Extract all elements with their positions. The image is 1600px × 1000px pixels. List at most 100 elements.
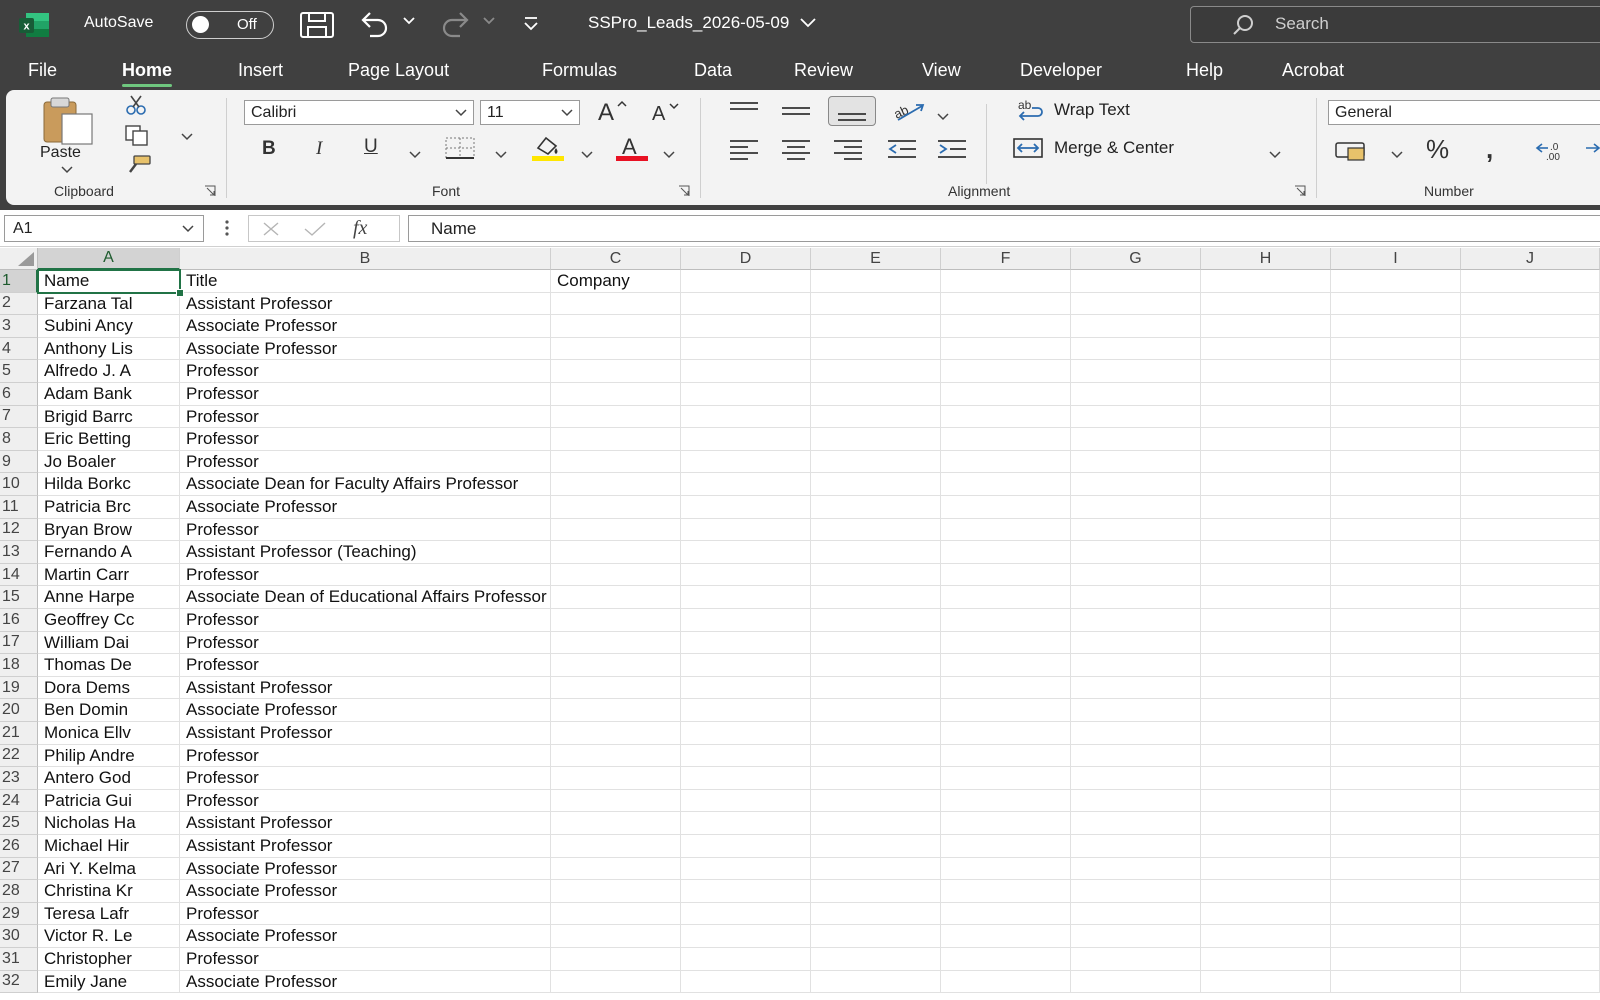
font-color-chevron-down-icon[interactable] (662, 146, 676, 164)
cell-h6[interactable] (1201, 383, 1331, 406)
cell-e25[interactable] (811, 812, 941, 835)
paste-button[interactable]: Paste (36, 96, 102, 176)
row-header[interactable]: 26 (0, 835, 38, 858)
cell-h3[interactable] (1201, 315, 1331, 338)
cell-b7[interactable]: Professor (180, 405, 551, 429)
cell-g29[interactable] (1071, 902, 1201, 926)
cell-e29[interactable] (811, 902, 941, 926)
cell-b6[interactable]: Professor (180, 383, 551, 406)
cell-f14[interactable] (941, 563, 1071, 587)
cell-g24[interactable] (1071, 789, 1201, 813)
cell-b13[interactable]: Assistant Professor (Teaching) (180, 541, 551, 564)
increase-font-size-icon[interactable]: A (596, 98, 632, 129)
top-align-icon[interactable] (728, 100, 760, 127)
cell-i25[interactable] (1331, 812, 1461, 835)
column-header-c[interactable]: C (551, 248, 681, 270)
cell-j26[interactable] (1461, 835, 1600, 858)
font-size-select[interactable]: 11 (480, 100, 580, 125)
cell-a8[interactable]: Eric Betting (38, 428, 180, 451)
cell-b31[interactable]: Professor (180, 948, 551, 971)
cell-i32[interactable] (1331, 970, 1461, 994)
cell-f5[interactable] (941, 360, 1071, 383)
cell-e24[interactable] (811, 789, 941, 813)
save-icon[interactable] (300, 12, 334, 38)
cell-b32[interactable]: Associate Professor (180, 970, 551, 994)
cell-f30[interactable] (941, 925, 1071, 948)
cell-c14[interactable] (551, 563, 681, 587)
cell-g12[interactable] (1071, 518, 1201, 542)
cell-e22[interactable] (811, 744, 941, 768)
cell-d21[interactable] (681, 722, 811, 745)
row-header[interactable]: 22 (0, 744, 38, 768)
cell-h24[interactable] (1201, 789, 1331, 813)
decrease-decimal-icon[interactable] (1582, 138, 1600, 167)
middle-align-icon[interactable] (780, 100, 812, 127)
cell-j32[interactable] (1461, 970, 1600, 994)
cell-i8[interactable] (1331, 428, 1461, 451)
cell-f26[interactable] (941, 835, 1071, 858)
accounting-chevron-down-icon[interactable] (1390, 146, 1404, 164)
row-header[interactable]: 11 (0, 496, 38, 519)
cell-h29[interactable] (1201, 902, 1331, 926)
cell-a13[interactable]: Fernando A (38, 541, 180, 564)
cell-f4[interactable] (941, 337, 1071, 361)
cell-b9[interactable]: Professor (180, 450, 551, 474)
cell-j6[interactable] (1461, 383, 1600, 406)
cell-f19[interactable] (941, 676, 1071, 700)
increase-decimal-icon[interactable]: .0.00 (1534, 138, 1570, 167)
cell-d12[interactable] (681, 518, 811, 542)
cell-a26[interactable]: Michael Hir (38, 835, 180, 858)
cell-d2[interactable] (681, 292, 811, 316)
copy-chevron-down-icon[interactable] (180, 128, 194, 146)
column-header-d[interactable]: D (681, 248, 811, 270)
cell-f12[interactable] (941, 518, 1071, 542)
merge-center-chevron-down-icon[interactable] (1268, 146, 1282, 164)
tab-insert[interactable]: Insert (238, 60, 283, 81)
font-name-select[interactable]: Calibri (244, 100, 474, 125)
row-header[interactable]: 30 (0, 925, 38, 948)
cell-g15[interactable] (1071, 586, 1201, 609)
row-header[interactable]: 5 (0, 360, 38, 383)
cell-g19[interactable] (1071, 676, 1201, 700)
cell-a1[interactable]: Name (38, 270, 180, 293)
cell-d8[interactable] (681, 428, 811, 451)
row-header[interactable]: 4 (0, 337, 38, 361)
tab-help[interactable]: Help (1186, 60, 1223, 81)
cell-a22[interactable]: Philip Andre (38, 744, 180, 768)
column-header-j[interactable]: J (1461, 248, 1600, 270)
cell-f28[interactable] (941, 880, 1071, 903)
cell-b16[interactable]: Professor (180, 609, 551, 632)
cell-h22[interactable] (1201, 744, 1331, 768)
cell-e28[interactable] (811, 880, 941, 903)
cell-h2[interactable] (1201, 292, 1331, 316)
customize-qat-icon[interactable] (522, 15, 540, 31)
tab-page-layout[interactable]: Page Layout (348, 60, 449, 81)
cell-j20[interactable] (1461, 699, 1600, 722)
cell-g11[interactable] (1071, 496, 1201, 519)
row-header[interactable]: 23 (0, 767, 38, 790)
cell-d26[interactable] (681, 835, 811, 858)
cell-g28[interactable] (1071, 880, 1201, 903)
row-header[interactable]: 20 (0, 699, 38, 722)
cell-i22[interactable] (1331, 744, 1461, 768)
cell-c13[interactable] (551, 541, 681, 564)
bottom-align-button[interactable] (828, 96, 876, 126)
cell-g22[interactable] (1071, 744, 1201, 768)
cell-d19[interactable] (681, 676, 811, 700)
cell-a24[interactable]: Patricia Gui (38, 789, 180, 813)
cell-i7[interactable] (1331, 405, 1461, 429)
row-header[interactable]: 8 (0, 428, 38, 451)
row-header[interactable]: 15 (0, 586, 38, 609)
cell-d16[interactable] (681, 609, 811, 632)
cell-a14[interactable]: Martin Carr (38, 563, 180, 587)
cell-c8[interactable] (551, 428, 681, 451)
cell-c30[interactable] (551, 925, 681, 948)
row-header[interactable]: 1 (0, 270, 38, 293)
cell-j11[interactable] (1461, 496, 1600, 519)
cell-j24[interactable] (1461, 789, 1600, 813)
cell-i1[interactable] (1331, 270, 1461, 293)
cell-e21[interactable] (811, 722, 941, 745)
cell-a11[interactable]: Patricia Brc (38, 496, 180, 519)
cell-f31[interactable] (941, 948, 1071, 971)
cell-i3[interactable] (1331, 315, 1461, 338)
